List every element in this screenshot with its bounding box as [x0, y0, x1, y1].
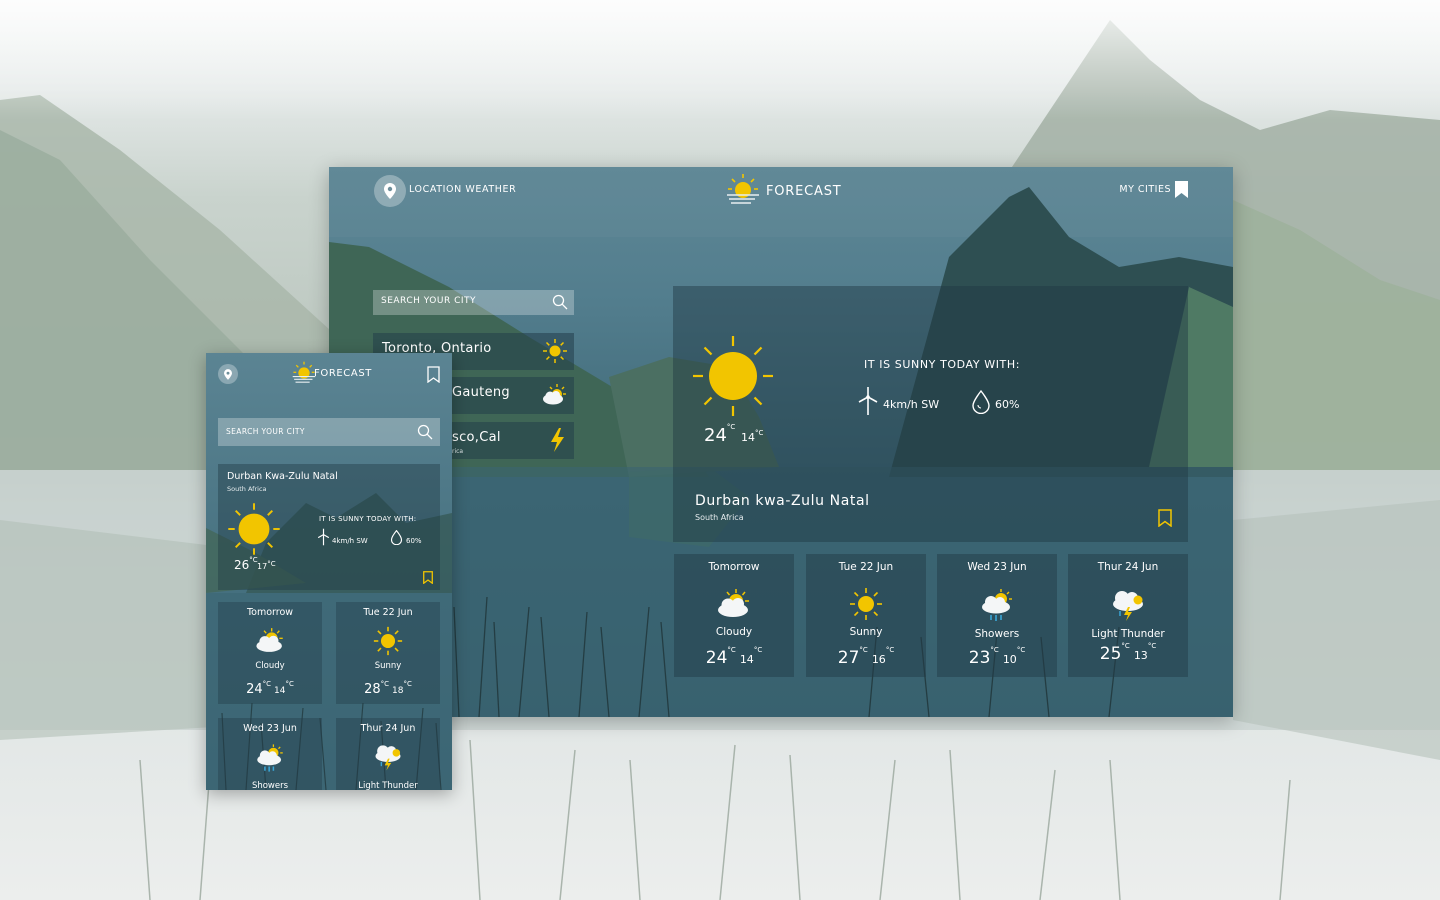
forecast-day-label: Thur 24 Jun	[360, 723, 416, 734]
saved-city-name: Gauteng	[452, 385, 510, 400]
sun-icon	[373, 626, 403, 656]
forecast-day-label: Tue 22 Jun	[363, 607, 413, 618]
forecast-day-card[interactable]: Tue 22 Jun Sunny 27°C16°C	[806, 554, 926, 677]
wind-turbine-icon	[858, 387, 878, 415]
current-city-name: Durban Kwa-Zulu Natal	[227, 471, 338, 482]
my-cities-link[interactable]: MY CITIES	[1119, 184, 1171, 195]
mobile-weather-app: FORECAST Durban Kwa-Zulu Natal South Afr…	[206, 353, 452, 790]
forecast-condition: Cloudy	[715, 626, 753, 638]
partly-cloudy-icon	[543, 384, 566, 405]
forecast-condition: Showers	[974, 628, 1020, 640]
location-button[interactable]	[218, 364, 238, 384]
showers-icon	[982, 589, 1012, 621]
forecast-day-card[interactable]: Wed 23 Jun Showers	[218, 718, 322, 790]
humidity-drop-icon	[390, 530, 403, 545]
desktop-search-bar	[373, 290, 574, 315]
thunder-icon	[375, 745, 401, 771]
showers-icon	[257, 744, 283, 772]
forecast-day-card[interactable]: Wed 23 Jun Showers 23°C10°C	[937, 554, 1057, 677]
current-low-temp: 17°C	[257, 560, 276, 571]
forecast-day-label: Tue 22 Jun	[838, 561, 894, 573]
cloudy-icon	[718, 589, 749, 617]
cloudy-icon	[256, 628, 283, 652]
forecast-condition: Sunny	[374, 661, 402, 671]
location-button[interactable]	[374, 175, 406, 207]
save-city-bookmark-icon[interactable]	[1158, 509, 1172, 527]
save-city-bookmark-icon[interactable]	[423, 571, 433, 584]
humidity-value: 60%	[406, 537, 422, 545]
thunder-icon	[1113, 591, 1143, 621]
forecast-day-label: Thur 24 Jun	[1097, 561, 1159, 573]
forecast-day-card[interactable]: Thur 24 Jun Light Thunder	[336, 718, 440, 790]
search-input[interactable]	[379, 295, 543, 307]
wind-turbine-icon	[317, 528, 330, 546]
current-high-temp: 26°C	[234, 556, 258, 572]
location-weather-link[interactable]: LOCATION WEATHER	[409, 184, 516, 195]
forecast-temps: 24°C14°C	[705, 646, 763, 668]
weather-summary: IT IS SUNNY TODAY WITH:	[319, 515, 417, 523]
wind-value: 4km/h SW	[332, 537, 368, 545]
mobile-search-bar	[218, 418, 440, 446]
location-pin-icon	[224, 368, 232, 380]
lightning-icon	[551, 428, 564, 452]
forecast-day-label: Tomorrow	[708, 561, 760, 573]
app-title: FORECAST	[314, 368, 372, 379]
forecast-logo-icon	[727, 174, 759, 204]
location-pin-icon	[384, 183, 396, 199]
sun-icon	[543, 339, 567, 363]
app-title: FORECAST	[766, 184, 842, 199]
humidity-drop-icon	[972, 390, 990, 414]
sun-icon	[693, 336, 773, 416]
sky-haze	[0, 0, 1440, 120]
forecast-day-card[interactable]: Thur 24 Jun Light Thunder 25°C13°C	[1068, 554, 1188, 677]
forecast-day-card[interactable]: Tomorrow Cloudy 24°C14°C	[674, 554, 794, 677]
forecast-day-label: Wed 23 Jun	[967, 561, 1027, 573]
my-cities-bookmark-icon[interactable]	[427, 366, 440, 383]
forecast-temps: 23°C10°C	[968, 646, 1026, 668]
sun-icon	[228, 503, 280, 555]
forecast-day-card[interactable]: Tomorrow Cloudy 24°C14°C	[218, 602, 322, 704]
current-city-country: South Africa	[227, 485, 267, 493]
humidity-value: 60%	[995, 398, 1020, 411]
current-high-temp: 24°C	[704, 423, 736, 446]
saved-city-country: rica	[452, 448, 464, 455]
current-weather-panel: 24°C 14°C IT IS SUNNY TODAY WITH: 4km/h …	[673, 286, 1188, 542]
forecast-condition: Showers	[251, 781, 289, 790]
forecast-temps: 28°C18°C	[364, 680, 412, 697]
search-icon[interactable]	[552, 294, 568, 310]
forecast-day-label: Wed 23 Jun	[243, 723, 297, 734]
forecast-condition: Sunny	[849, 626, 883, 638]
sun-icon	[850, 588, 882, 620]
forecast-day-card[interactable]: Tue 22 Jun Sunny 28°C18°C	[336, 602, 440, 704]
forecast-temps: 27°C16°C	[837, 646, 895, 668]
current-low-temp: 14°C	[741, 429, 764, 444]
wind-value: 4km/h SW	[883, 398, 940, 411]
current-weather-panel: Durban Kwa-Zulu Natal South Africa 26°C …	[218, 464, 440, 590]
my-cities-bookmark-icon[interactable]	[1175, 181, 1188, 198]
weather-summary: IT IS SUNNY TODAY WITH:	[864, 358, 1021, 371]
current-city-name: Durban kwa-Zulu Natal	[695, 493, 870, 509]
search-input[interactable]	[224, 426, 408, 437]
forecast-condition: Light Thunder	[358, 781, 418, 790]
desktop-weather-app: LOCATION WEATHER FORECAST MY CITIES Toro…	[329, 167, 1233, 717]
forecast-condition: Cloudy	[255, 661, 285, 671]
current-city-country: South Africa	[695, 513, 744, 522]
forecast-day-label: Tomorrow	[246, 607, 294, 618]
forecast-temps: 25°C13°C	[1099, 642, 1157, 664]
forecast-temps: 24°C14°C	[246, 680, 294, 697]
search-icon[interactable]	[417, 424, 433, 440]
saved-city-name: sco,Cal	[452, 430, 501, 445]
forecast-condition: Light Thunder	[1091, 628, 1165, 640]
